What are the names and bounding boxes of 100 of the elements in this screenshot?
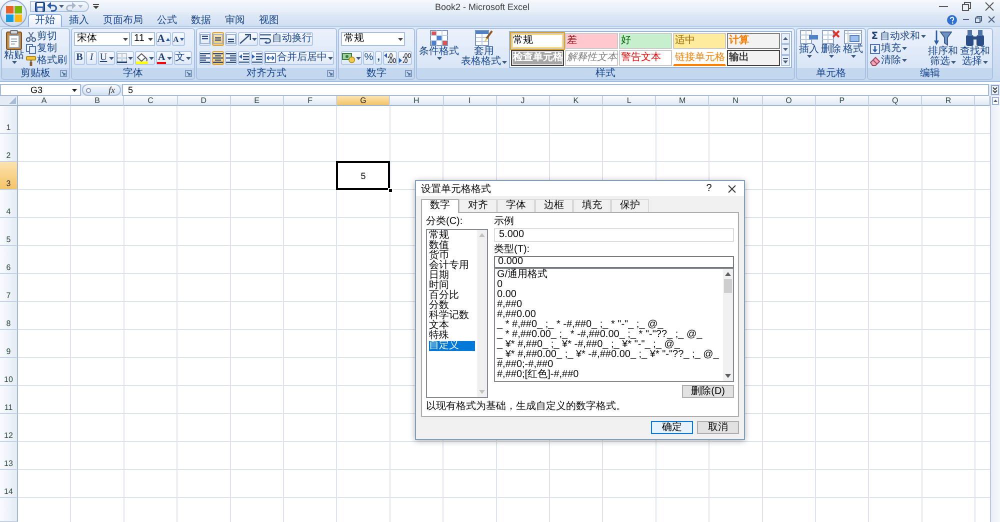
conditional-formatting-button[interactable]: 条件格式: [419, 30, 460, 67]
grow-font-button[interactable]: A: [156, 32, 171, 46]
category-option[interactable]: 特殊: [429, 331, 475, 341]
italic-button[interactable]: I: [86, 51, 97, 65]
category-option[interactable]: 日期: [429, 271, 475, 281]
cell-style-option[interactable]: 好: [619, 33, 672, 49]
ribbon-tab[interactable]: 审阅: [218, 14, 252, 27]
comma-style-button[interactable]: ,: [375, 51, 382, 65]
format-option[interactable]: #,##0;[红色]-#,##0: [497, 370, 721, 380]
insert-function-button[interactable]: fx: [82, 84, 121, 96]
ribbon-tab[interactable]: 插入: [62, 14, 96, 27]
wrap-text-button[interactable]: 自动换行: [259, 32, 314, 46]
column-header[interactable]: H: [390, 96, 444, 106]
column-header[interactable]: I: [444, 96, 497, 106]
dialog-button[interactable]: 确定: [651, 421, 693, 434]
help-icon[interactable]: [947, 14, 957, 24]
row-header[interactable]: 3: [0, 162, 18, 190]
row-header[interactable]: 13: [0, 442, 18, 470]
decrease-indent-button[interactable]: [238, 51, 250, 65]
undo-icon[interactable]: [47, 2, 57, 12]
category-option[interactable]: 数值: [429, 241, 475, 251]
column-header[interactable]: Q: [869, 96, 922, 106]
cell-style-option[interactable]: 警告文本: [619, 50, 672, 66]
column-header[interactable]: M: [656, 96, 710, 106]
format-option[interactable]: #,##0: [497, 300, 721, 310]
column-header[interactable]: J: [496, 96, 550, 106]
cell-style-option[interactable]: 解释性文本: [565, 50, 618, 66]
decrease-decimal-button[interactable]: [398, 51, 412, 65]
horizontal-align-button[interactable]: [225, 51, 238, 65]
column-header[interactable]: R: [922, 96, 976, 106]
dialog-tab[interactable]: 填充: [573, 199, 611, 212]
format-option[interactable]: #,##0;-#,##0: [497, 360, 721, 370]
format-option[interactable]: 0.00: [497, 290, 721, 300]
find-select-button[interactable]: 查找和 选择: [960, 30, 990, 67]
column-header[interactable]: D: [178, 96, 231, 106]
format-as-table-button[interactable]: 套用 表格格式: [461, 30, 508, 67]
category-option[interactable]: 会计专用: [429, 261, 475, 271]
format-option[interactable]: _ ¥* #,##0_ ;_ ¥* -#,##0_ ;_ ¥* "-"_ ;_ @_: [497, 340, 721, 350]
row-header[interactable]: 5: [0, 218, 18, 246]
formula-field[interactable]: 5: [122, 84, 989, 96]
sort-filter-button[interactable]: 排序和 筛选: [928, 30, 958, 67]
scroll-up-icon[interactable]: [992, 97, 999, 105]
column-header[interactable]: L: [603, 96, 656, 106]
cell-style-option[interactable]: 差: [565, 33, 618, 49]
format-option[interactable]: G/通用格式: [497, 270, 721, 280]
column-header[interactable]: E: [230, 96, 284, 106]
column-header[interactable]: B: [71, 96, 124, 106]
column-header[interactable]: O: [762, 96, 816, 106]
increase-indent-button[interactable]: [251, 51, 264, 65]
delete-button[interactable]: 删除(D): [682, 385, 734, 398]
category-option[interactable]: 分数: [429, 301, 475, 311]
format-option[interactable]: _ * #,##0_ ;_ * -#,##0_ ;_ * "-"_ ;_ @_: [497, 320, 721, 330]
ribbon-tab[interactable]: 页面布局: [96, 14, 150, 27]
type-field[interactable]: 0.000: [494, 256, 734, 268]
category-option[interactable]: 货币: [429, 251, 475, 261]
format-list[interactable]: [494, 268, 734, 382]
orientation-button[interactable]: [238, 32, 258, 46]
row-header[interactable]: 14: [0, 470, 18, 498]
cell-style-option[interactable]: 常规: [511, 33, 564, 49]
format-painter-button[interactable]: 格式刷: [26, 55, 67, 66]
row-header[interactable]: 9: [0, 330, 18, 358]
dialog-launcher-icon[interactable]: [405, 70, 412, 77]
dialog-launcher-icon[interactable]: [60, 70, 67, 77]
row-header[interactable]: 4: [0, 190, 18, 218]
row-header[interactable]: 7: [0, 274, 18, 302]
row-header[interactable]: 6: [0, 246, 18, 274]
increase-decimal-button[interactable]: [383, 51, 398, 65]
format-option[interactable]: 0: [497, 280, 721, 290]
scroll-down-icon[interactable]: [725, 374, 731, 378]
category-option[interactable]: 时间: [429, 281, 475, 291]
row-header[interactable]: 11: [0, 386, 18, 414]
dialog-tab[interactable]: 对齐: [459, 199, 497, 212]
dialog-tab[interactable]: 字体: [497, 199, 535, 212]
column-header[interactable]: F: [284, 96, 338, 106]
clear-button[interactable]: 清除: [870, 55, 926, 66]
underline-button[interactable]: U: [98, 51, 115, 65]
accounting-format-button[interactable]: [341, 51, 362, 65]
ribbon-tab[interactable]: 视图: [252, 14, 286, 27]
paste-button[interactable]: 粘贴: [4, 30, 24, 67]
copy-button[interactable]: 复制: [26, 43, 67, 54]
close-icon[interactable]: [728, 184, 736, 192]
font-size-dropdown[interactable]: 11: [131, 32, 155, 46]
scroll-up-icon[interactable]: [725, 272, 731, 276]
fill-button[interactable]: 填充: [870, 43, 926, 54]
dialog-tab[interactable]: 数字: [421, 199, 459, 213]
autosum-button[interactable]: Σ 自动求和: [870, 31, 926, 42]
help-button[interactable]: ?: [698, 182, 720, 196]
ribbon-tab[interactable]: 公式: [150, 14, 184, 27]
scroll-up-icon[interactable]: [781, 33, 790, 44]
horizontal-align-button[interactable]: [199, 51, 212, 65]
row-header[interactable]: 2: [0, 134, 18, 162]
format-option[interactable]: _ * #,##0.00_ ;_ * -#,##0.00_ ;_ * "-"??_ ;_ @_: [497, 330, 721, 340]
scroll-down-icon[interactable]: [781, 44, 790, 55]
fill-handle[interactable]: [388, 188, 394, 193]
shrink-font-button[interactable]: A: [172, 32, 185, 46]
number-format-dropdown[interactable]: 常规: [341, 32, 406, 46]
row-header[interactable]: 10: [0, 358, 18, 386]
column-header[interactable]: N: [709, 96, 763, 106]
dialog-launcher-icon[interactable]: [185, 70, 192, 77]
font-name-dropdown[interactable]: 宋体: [74, 32, 130, 46]
